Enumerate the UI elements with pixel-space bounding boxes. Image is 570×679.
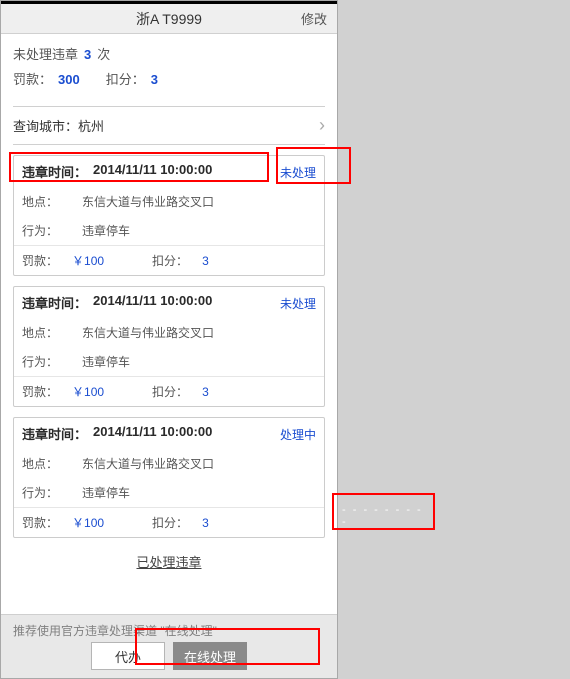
time-label: 违章时间： [22, 162, 87, 181]
time-value: 2014/11/11 10:00:00 [93, 293, 212, 312]
edit-button[interactable]: 修改 [301, 9, 327, 28]
summary-section: 未处理违章 3 次 罚款： 300 扣分： 3 [1, 34, 337, 100]
behavior-label: 行为： [22, 484, 82, 501]
app-viewport: 浙A T9999 修改 未处理违章 3 次 罚款： 300 扣分： 3 查询城市… [0, 0, 338, 679]
unprocessed-label: 未处理违章 [13, 44, 78, 63]
time-label: 违章时间： [22, 293, 87, 312]
location-label: 地点： [22, 455, 82, 472]
city-text: 查询城市：杭州 [13, 116, 104, 135]
points-label: 扣分： [152, 252, 188, 269]
count-unit: 次 [97, 44, 110, 63]
location-value: 东信大道与伟业路交叉口 [82, 193, 214, 210]
total-fine-value: 300 [58, 72, 80, 87]
query-city-row[interactable]: 查询城市：杭州 › [13, 106, 325, 145]
violation-list: 违章时间： 2014/11/11 10:00:00 未处理 地点： 东信大道与伟… [1, 145, 337, 583]
city-label: 查询城市： [13, 119, 78, 134]
city-value: 杭州 [78, 119, 104, 134]
location-value: 东信大道与伟业路交叉口 [82, 324, 214, 341]
behavior-label: 行为： [22, 222, 82, 239]
time-value: 2014/11/11 10:00:00 [93, 162, 212, 181]
bottom-tip: 推荐使用官方违章处理渠道 "在线处理" [1, 615, 337, 642]
annotation-box: - - - - - - - - - [332, 493, 435, 530]
behavior-value: 违章停车 [82, 353, 130, 370]
location-value: 东信大道与伟业路交叉口 [82, 455, 214, 472]
fine-label: 罚款： [22, 383, 58, 400]
status-badge: 处理中 [280, 426, 316, 443]
location-label: 地点： [22, 324, 82, 341]
points-value: 3 [202, 516, 209, 530]
fine-value: ￥100 [72, 383, 104, 400]
points-label: 扣分： [152, 514, 188, 531]
fine-label: 罚款： [22, 252, 58, 269]
points-value: 3 [202, 254, 209, 268]
total-points-value: 3 [151, 72, 158, 87]
chevron-right-icon: › [319, 115, 325, 136]
behavior-value: 违章停车 [82, 484, 130, 501]
button-row: 代办 在线处理 [1, 642, 337, 670]
time-label: 违章时间： [22, 424, 87, 443]
points-value: 3 [202, 385, 209, 399]
time-value: 2014/11/11 10:00:00 [93, 424, 212, 443]
online-process-button[interactable]: 在线处理 [173, 642, 247, 670]
unprocessed-count: 3 [84, 47, 91, 62]
annotation-dashes: - - - - - - - - - [342, 504, 433, 528]
fine-label: 罚款： [22, 514, 58, 531]
points-label: 扣分： [152, 383, 188, 400]
fine-value: ￥100 [72, 514, 104, 531]
total-points-label: 扣分： [106, 69, 145, 88]
violation-card[interactable]: 违章时间： 2014/11/11 10:00:00 未处理 地点： 东信大道与伟… [13, 286, 325, 407]
behavior-value: 违章停车 [82, 222, 130, 239]
agent-button[interactable]: 代办 [91, 642, 165, 670]
location-label: 地点： [22, 193, 82, 210]
violation-card[interactable]: 违章时间： 2014/11/11 10:00:00 未处理 地点： 东信大道与伟… [13, 155, 325, 276]
processed-violations-link[interactable]: 已处理违章 [13, 548, 325, 583]
header-bar: 浙A T9999 修改 [1, 4, 337, 34]
violation-card[interactable]: 违章时间： 2014/11/11 10:00:00 处理中 地点： 东信大道与伟… [13, 417, 325, 538]
header-title: 浙A T9999 [136, 9, 202, 29]
status-badge: 未处理 [280, 164, 316, 181]
total-fine-label: 罚款： [13, 69, 52, 88]
bottom-bar: 推荐使用官方违章处理渠道 "在线处理" 代办 在线处理 [1, 614, 337, 678]
status-badge: 未处理 [280, 295, 316, 312]
fine-value: ￥100 [72, 252, 104, 269]
behavior-label: 行为： [22, 353, 82, 370]
